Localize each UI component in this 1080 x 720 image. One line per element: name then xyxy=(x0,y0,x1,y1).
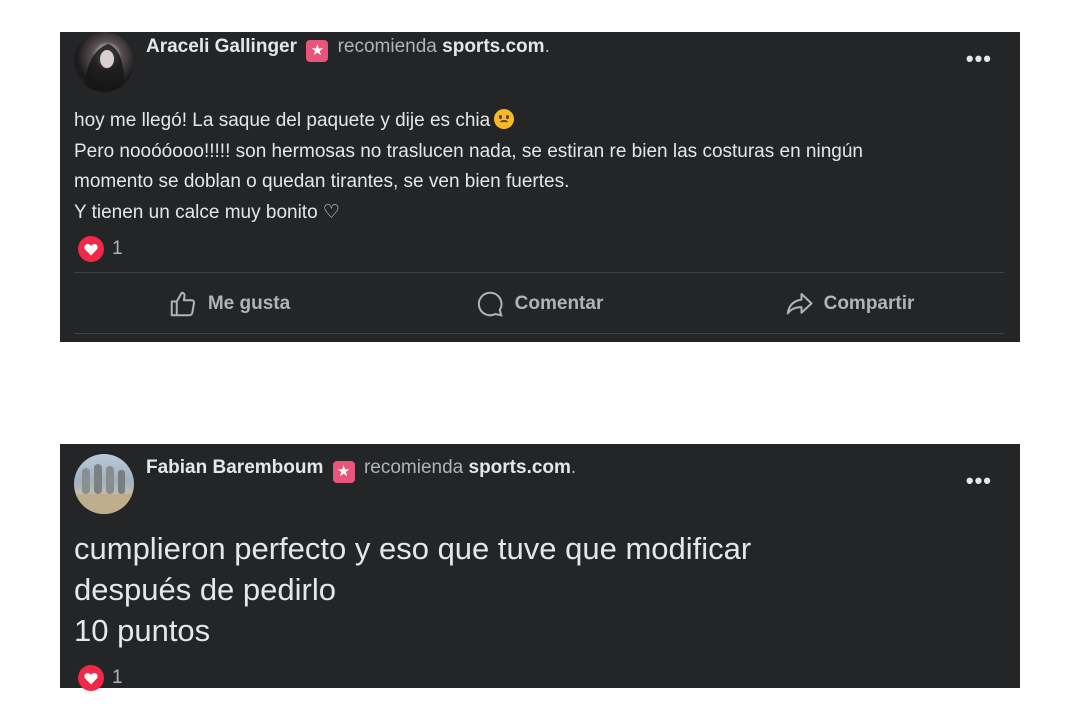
post-body-line: después de pedirlo xyxy=(74,572,336,607)
more-options-icon[interactable]: ••• xyxy=(966,46,992,72)
heart-icon xyxy=(78,236,104,262)
share-label: Compartir xyxy=(823,293,915,314)
author-avatar[interactable] xyxy=(74,32,134,92)
avatar-image xyxy=(74,464,134,514)
header-period: . xyxy=(570,457,577,478)
reaction-summary[interactable]: 1 xyxy=(78,236,123,262)
reaction-count: 1 xyxy=(112,238,123,259)
comment-button[interactable]: Comentar xyxy=(384,286,694,322)
star-badge-icon: ★ xyxy=(332,461,355,483)
page-link[interactable]: sports.com xyxy=(469,457,571,478)
thumbs-up-icon xyxy=(170,291,195,317)
post-body-line: Y tienen un calce muy bonito ♡ xyxy=(74,201,340,223)
recommend-verb: recomienda xyxy=(363,457,464,478)
reaction-count: 1 xyxy=(112,667,123,688)
post-body: cumplieron perfecto y eso que tuve que m… xyxy=(74,528,1000,651)
post-body-line: 10 puntos xyxy=(74,613,211,648)
like-label: Me gusta xyxy=(207,293,291,314)
post-body-line: cumplieron perfecto y eso que tuve que m… xyxy=(74,531,752,566)
like-button[interactable]: Me gusta xyxy=(74,286,384,322)
recommend-verb: recomienda xyxy=(337,36,437,57)
author-avatar[interactable] xyxy=(74,454,134,514)
star-badge-icon: ★ xyxy=(306,40,329,62)
reaction-summary[interactable]: 1 xyxy=(78,665,123,691)
header-period: . xyxy=(544,36,550,57)
avatar-image xyxy=(84,44,125,92)
sad-face-emoji xyxy=(494,109,515,129)
post-body-line: momento se doblan o quedan tirantes, se … xyxy=(74,171,570,192)
post-body-line-text: hoy me llegó! La saque del paquete y dij… xyxy=(74,110,491,131)
page-link[interactable]: sports.com xyxy=(442,36,544,57)
comment-label: Comentar xyxy=(514,293,604,314)
share-arrow-icon xyxy=(786,293,813,315)
recommendation-post: Araceli Gallinger ★ recomienda sports.co… xyxy=(60,32,1020,342)
author-name[interactable]: Fabian Baremboum xyxy=(146,457,323,478)
divider xyxy=(74,272,1004,273)
more-options-icon[interactable]: ••• xyxy=(966,468,992,494)
post-header: Fabian Baremboum ★ recomienda sports.com… xyxy=(146,457,576,483)
post-body: hoy me llegó! La saque del paquete y dij… xyxy=(74,106,1000,228)
action-bar: Me gusta Comentar Compartir xyxy=(74,286,1004,322)
author-name[interactable]: Araceli Gallinger xyxy=(146,36,297,57)
post-body-line: hoy me llegó! La saque del paquete y dij… xyxy=(74,106,1000,137)
post-body-line: Pero nooóóooo!!!!! son hermosas no trasl… xyxy=(74,140,863,162)
divider xyxy=(74,333,1004,334)
comment-bubble-icon xyxy=(477,291,503,317)
recommendation-post: Fabian Baremboum ★ recomienda sports.com… xyxy=(60,444,1020,691)
post-header: Araceli Gallinger ★ recomienda sports.co… xyxy=(146,36,550,62)
share-button[interactable]: Compartir xyxy=(694,286,1004,322)
heart-icon xyxy=(78,665,104,691)
